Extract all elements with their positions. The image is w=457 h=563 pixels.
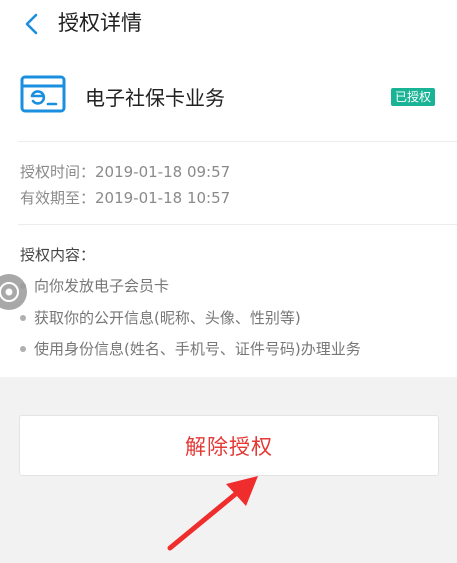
permission-item: 使用身份信息(姓名、手机号、证件号码)办理业务 [20, 339, 361, 359]
permission-item: 向你发放电子会员卡 [20, 276, 169, 296]
service-name: 电子社保卡业务 [85, 86, 225, 110]
valid-until: 有效期至：2019-01-18 10:57 [20, 189, 231, 207]
divider [18, 224, 457, 225]
permission-text: 向你发放电子会员卡 [34, 277, 170, 295]
status-badge: 已授权 [391, 88, 436, 106]
e-card-icon [20, 75, 66, 113]
auth-detail-card: 授权详情 电子社保卡业务 已授权 授权时间：2019-01-18 09:57 有… [0, 0, 457, 377]
chevron-left-icon [25, 13, 38, 35]
revoke-label: 解除授权 [185, 434, 273, 459]
permission-text: 获取你的公开信息(昵称、头像、性别等) [34, 309, 301, 327]
permissions-title: 授权内容： [20, 246, 96, 264]
divider [18, 141, 457, 142]
bullet-icon [20, 346, 26, 352]
shutter-icon [0, 282, 19, 302]
back-button[interactable] [16, 8, 48, 40]
permission-text: 使用身份信息(姓名、手机号、证件号码)办理业务 [34, 340, 361, 358]
bullet-icon [20, 315, 26, 321]
service-row: 电子社保卡业务 已授权 [0, 66, 457, 126]
auth-time: 授权时间：2019-01-18 09:57 [20, 163, 231, 181]
red-arrow-annotation [167, 476, 258, 551]
page-title: 授权详情 [58, 11, 142, 35]
revoke-authorization-button[interactable]: 解除授权 [19, 415, 439, 476]
permission-item: 获取你的公开信息(昵称、头像、性别等) [20, 308, 301, 328]
header-bar: 授权详情 [0, 0, 457, 48]
